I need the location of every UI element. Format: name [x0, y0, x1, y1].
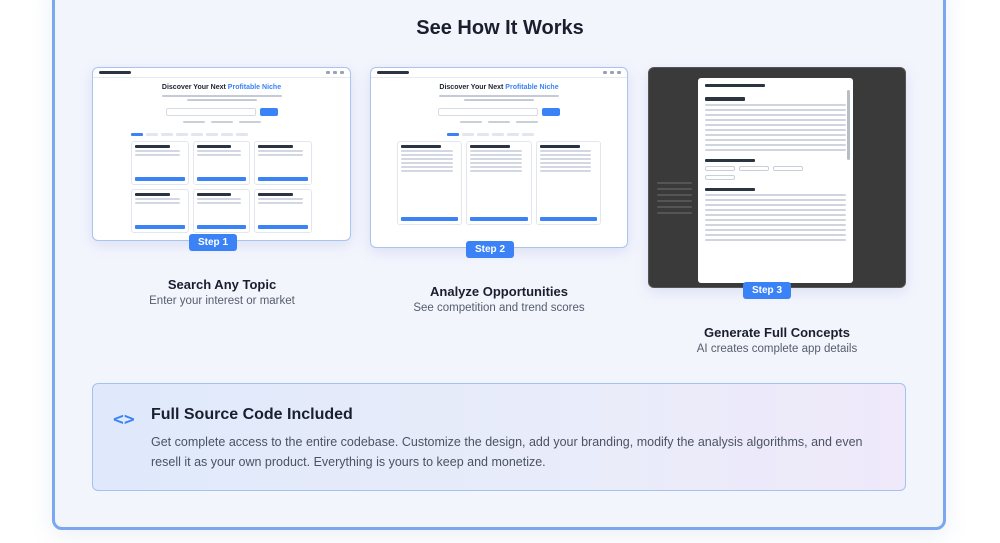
- step-3-title: Generate Full Concepts: [704, 325, 850, 340]
- step-2-badge: Step 2: [466, 241, 514, 258]
- step-3-screenshot: [648, 67, 906, 288]
- source-code-card: <> Full Source Code Included Get complet…: [92, 383, 906, 491]
- step-3-badge: Step 3: [743, 282, 791, 299]
- step-2-screenshot: Discover Your Next Profitable Niche: [370, 67, 628, 248]
- source-code-title: Full Source Code Included: [151, 406, 353, 423]
- step-1-badge: Step 1: [189, 234, 237, 251]
- source-code-description: Get complete access to the entire codeba…: [151, 435, 863, 469]
- step-3-description: AI creates complete app details: [696, 343, 858, 355]
- mock-headline: Discover Your Next Profitable Niche: [439, 84, 559, 91]
- code-brackets-icon: <>: [113, 409, 135, 430]
- concept-modal: [698, 78, 853, 283]
- step-1-screenshot: Discover Your Next Profitable Niche: [92, 67, 351, 241]
- section-title: See How It Works: [416, 17, 584, 39]
- step-1-description: Enter your interest or market: [149, 295, 295, 307]
- step-2-description: See competition and trend scores: [413, 302, 585, 314]
- mock-headline: Discover Your Next Profitable Niche: [161, 84, 282, 91]
- step-2-title: Analyze Opportunities: [430, 284, 568, 299]
- step-1-title: Search Any Topic: [167, 277, 277, 292]
